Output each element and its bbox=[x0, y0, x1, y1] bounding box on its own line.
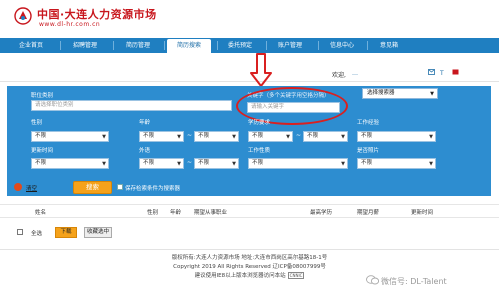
site-title[interactable]: 中国·大连人力资源市场 bbox=[37, 6, 157, 22]
photo-value: 不限 bbox=[361, 160, 373, 166]
clear-icon[interactable] bbox=[14, 183, 22, 191]
chevron-down-icon: ▼ bbox=[429, 134, 433, 140]
update-time-select[interactable]: 不限 ▼ bbox=[31, 158, 109, 169]
nav-divider bbox=[266, 41, 267, 50]
column-update-time: 更新时间 bbox=[411, 210, 434, 216]
range-separator: ~ bbox=[187, 159, 193, 166]
education-from-value: 不限 bbox=[252, 133, 264, 139]
save-searcher-label: 保存检索条件为搜索器 bbox=[125, 186, 181, 192]
chevron-down-icon: ▼ bbox=[430, 91, 434, 97]
job-nature-value: 不限 bbox=[252, 160, 264, 166]
range-separator: ~ bbox=[296, 132, 302, 139]
browser-notice: 建议使用IE8以上版本浏览器访问本站 bbox=[194, 273, 286, 279]
search-button[interactable]: 搜索 bbox=[73, 181, 112, 194]
gender-value: 不限 bbox=[35, 133, 47, 139]
update-time-value: 不限 bbox=[35, 160, 47, 166]
nav-item-resume-search[interactable]: 简历搜索 bbox=[167, 39, 211, 53]
column-age: 年龄 bbox=[170, 210, 182, 216]
nav-item-home[interactable]: 企业首页 bbox=[14, 38, 48, 53]
nav-divider bbox=[164, 41, 165, 50]
chevron-down-icon: ▼ bbox=[102, 134, 106, 140]
search-selector-value: 选择搜索器 bbox=[367, 90, 395, 96]
site-url: www.dl-hr.com.cn bbox=[39, 21, 101, 28]
language-select[interactable]: 不限 ▼ bbox=[139, 158, 184, 169]
education-to-select[interactable]: 不限 ▼ bbox=[303, 131, 348, 142]
language-level-select[interactable]: 不限 ▼ bbox=[194, 158, 239, 169]
range-separator: ~ bbox=[187, 132, 193, 139]
gender-select[interactable]: 不限 ▼ bbox=[31, 131, 109, 142]
chevron-down-icon: ▼ bbox=[102, 161, 106, 167]
nav-divider bbox=[318, 41, 319, 50]
chevron-down-icon: ▼ bbox=[286, 134, 290, 140]
copyright-line-1: 版权所有:大连人力资源市场 地址:大连市西岗区高尔基路18-1号 bbox=[171, 255, 328, 261]
chevron-down-icon: ▼ bbox=[341, 161, 345, 167]
nav-item-feedback[interactable]: 意见箱 bbox=[372, 38, 406, 53]
language-level-value: 不限 bbox=[198, 160, 210, 166]
nav-item-info-center[interactable]: 信息中心 bbox=[323, 38, 361, 53]
language-value: 不限 bbox=[143, 160, 155, 166]
search-selector-dropdown[interactable]: 选择搜索器 ▼ bbox=[362, 88, 438, 99]
experience-select[interactable]: 不限 ▼ bbox=[357, 131, 436, 142]
nav-divider bbox=[217, 41, 218, 50]
wechat-icon bbox=[366, 275, 379, 285]
logout-icon[interactable] bbox=[452, 69, 459, 75]
age-label: 年龄 bbox=[139, 120, 151, 126]
column-education: 最高学历 bbox=[310, 210, 333, 216]
nav-item-account-management[interactable]: 账户管理 bbox=[271, 38, 309, 53]
chevron-down-icon: ▼ bbox=[429, 161, 433, 167]
chevron-down-icon: ▼ bbox=[232, 134, 236, 140]
column-expected-salary: 期望月薪 bbox=[357, 210, 380, 216]
photo-label: 是否照片 bbox=[357, 148, 380, 154]
select-all-checkbox[interactable] bbox=[17, 229, 23, 235]
position-label: 职位类别 bbox=[31, 93, 54, 99]
annotation-arrow-icon bbox=[250, 53, 272, 87]
welcome-username[interactable]: … bbox=[352, 70, 358, 77]
clear-link[interactable]: 清空 bbox=[26, 184, 37, 192]
language-label: 外语 bbox=[139, 148, 151, 154]
column-expected-job: 期望从事职业 bbox=[194, 210, 228, 216]
experience-value: 不限 bbox=[361, 133, 373, 139]
education-to-value: 不限 bbox=[307, 133, 319, 139]
nav-item-entrust-booking[interactable]: 委托预定 bbox=[221, 38, 259, 53]
footer-divider bbox=[0, 249, 499, 250]
update-time-label: 更新时间 bbox=[31, 148, 54, 154]
education-label: 学历要求 bbox=[248, 120, 271, 126]
wechat-watermark: 微信号: DL-Talent bbox=[381, 277, 447, 286]
nav-divider bbox=[113, 41, 114, 50]
save-searcher-checkbox[interactable] bbox=[117, 184, 123, 190]
message-icon[interactable] bbox=[428, 69, 435, 75]
copyright-line-2: Copyright 2019 All Rights Reserved 辽ICP备… bbox=[173, 264, 326, 270]
age-to-value: 不限 bbox=[198, 133, 210, 139]
site-header: 中国·大连人力资源市场 www.dl-hr.com.cn bbox=[0, 0, 499, 38]
gender-label: 性别 bbox=[31, 120, 43, 126]
logo-emblem-icon bbox=[14, 7, 32, 25]
download-button[interactable]: 下载 bbox=[55, 227, 77, 238]
photo-select[interactable]: 不限 ▼ bbox=[357, 158, 436, 169]
notice-counter[interactable]: T bbox=[440, 70, 444, 77]
chevron-down-icon: ▼ bbox=[177, 134, 181, 140]
age-to-select[interactable]: 不限 ▼ bbox=[194, 131, 239, 142]
chevron-down-icon: ▼ bbox=[177, 161, 181, 167]
experience-label: 工作经验 bbox=[357, 120, 380, 126]
chevron-down-icon: ▼ bbox=[232, 161, 236, 167]
job-nature-select[interactable]: 不限 ▼ bbox=[248, 158, 348, 169]
column-name: 姓名 bbox=[35, 210, 47, 216]
nav-item-resume-management[interactable]: 简历管理 bbox=[119, 38, 157, 53]
position-input[interactable]: 请选择职位类别 bbox=[31, 100, 232, 111]
nav-divider bbox=[60, 41, 61, 50]
cnnic-badge[interactable]: CNNIC bbox=[287, 272, 305, 279]
nav-divider bbox=[367, 41, 368, 50]
collect-selected-button[interactable]: 收藏选中 bbox=[84, 227, 112, 238]
select-all-label: 全选 bbox=[31, 231, 43, 237]
age-from-select[interactable]: 不限 ▼ bbox=[139, 131, 184, 142]
age-from-value: 不限 bbox=[143, 133, 155, 139]
column-gender: 性别 bbox=[147, 210, 159, 216]
results-table-header: 姓名 性别 年龄 期望从事职业 最高学历 期望月薪 更新时间 bbox=[0, 204, 499, 218]
main-nav: 企业首页 招聘管理 简历管理 简历搜索 委托预定 账户管理 信息中心 意见箱 bbox=[0, 38, 499, 53]
welcome-text: 欢迎, bbox=[332, 72, 346, 79]
chevron-down-icon: ▼ bbox=[341, 134, 345, 140]
job-nature-label: 工作性质 bbox=[248, 148, 271, 154]
education-from-select[interactable]: 不限 ▼ bbox=[248, 131, 293, 142]
nav-item-job-management[interactable]: 招聘管理 bbox=[66, 38, 104, 53]
